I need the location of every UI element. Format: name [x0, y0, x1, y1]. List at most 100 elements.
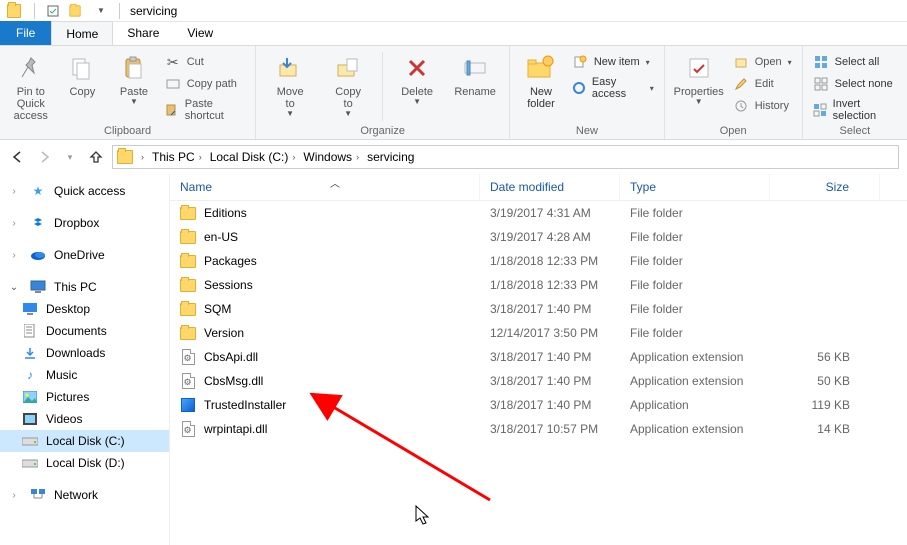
file-type-icon: [180, 325, 196, 341]
properties-button[interactable]: Properties ▼: [673, 48, 725, 107]
new-item-label: New item: [594, 56, 640, 68]
column-header-type[interactable]: Type: [620, 174, 770, 200]
collapse-icon[interactable]: ⌄: [8, 282, 20, 293]
list-item[interactable]: Editions3/19/2017 4:31 AMFile folder: [170, 201, 907, 225]
paste-shortcut-button[interactable]: Paste shortcut: [163, 96, 247, 124]
file-name: CbsMsg.dll: [204, 374, 263, 388]
chevron-down-icon: ▼: [286, 110, 294, 119]
column-header-size[interactable]: Size: [770, 174, 880, 200]
tree-documents[interactable]: Documents: [0, 320, 169, 342]
star-icon: ★: [30, 183, 46, 199]
cut-button[interactable]: ✂ Cut: [163, 52, 247, 72]
dropbox-icon: [30, 215, 46, 231]
file-size: 14 KB: [770, 420, 880, 438]
new-folder-button[interactable]: New folder: [518, 48, 564, 110]
breadcrumb-segment[interactable]: This PC›: [150, 150, 208, 164]
invert-selection-button[interactable]: Invert selection: [811, 96, 899, 124]
copy-to-button[interactable]: Copy to ▼: [322, 48, 374, 119]
list-item[interactable]: ⚙wrpintapi.dll3/18/2017 10:57 PMApplicat…: [170, 417, 907, 441]
move-to-button[interactable]: Move to ▼: [264, 48, 316, 119]
open-icon: [733, 54, 749, 70]
properties-qat-icon[interactable]: [44, 2, 62, 20]
tree-desktop[interactable]: Desktop: [0, 298, 169, 320]
tree-pictures[interactable]: Pictures: [0, 386, 169, 408]
tree-videos[interactable]: Videos: [0, 408, 169, 430]
videos-icon: [22, 411, 38, 427]
tree-this-pc[interactable]: ⌄ This PC: [0, 276, 169, 298]
clipboard-group-label: Clipboard: [8, 125, 247, 139]
up-button[interactable]: [86, 147, 106, 167]
recent-locations-button[interactable]: ▾: [60, 147, 80, 167]
open-button[interactable]: Open ▾: [731, 52, 794, 72]
file-tab[interactable]: File: [0, 21, 51, 45]
select-all-button[interactable]: Select all: [811, 52, 899, 72]
file-name: Editions: [204, 206, 247, 220]
tree-downloads[interactable]: Downloads: [0, 342, 169, 364]
expand-icon[interactable]: ›: [8, 490, 20, 501]
list-item[interactable]: Version12/14/2017 3:50 PMFile folder: [170, 321, 907, 345]
list-item[interactable]: en-US3/19/2017 4:28 AMFile folder: [170, 225, 907, 249]
file-name: CbsApi.dll: [204, 350, 258, 364]
select-none-button[interactable]: Select none: [811, 74, 899, 94]
tree-label: Dropbox: [54, 216, 99, 230]
copy-path-button[interactable]: Copy path: [163, 74, 247, 94]
expand-icon[interactable]: ›: [8, 186, 20, 197]
edit-button[interactable]: Edit: [731, 74, 794, 94]
breadcrumb-segment[interactable]: servicing: [365, 150, 416, 164]
tree-music[interactable]: ♪ Music: [0, 364, 169, 386]
back-button[interactable]: [8, 147, 28, 167]
breadcrumb-segment[interactable]: Local Disk (C:)›: [208, 150, 302, 164]
file-type-icon: [180, 205, 196, 221]
tree-local-disk-c[interactable]: Local Disk (C:): [0, 430, 169, 452]
history-button[interactable]: History: [731, 96, 794, 116]
address-bar[interactable]: › This PC› Local Disk (C:)› Windows› ser…: [112, 145, 899, 169]
rename-button[interactable]: Rename: [449, 48, 501, 98]
file-name: Packages: [204, 254, 257, 268]
file-name: TrustedInstaller: [204, 398, 286, 412]
pin-icon: [15, 52, 47, 84]
paste-button[interactable]: Paste ▼: [111, 48, 157, 107]
list-item[interactable]: SQM3/18/2017 1:40 PMFile folder: [170, 297, 907, 321]
qat-dropdown-icon[interactable]: ▼: [92, 2, 110, 20]
paste-icon: [118, 52, 150, 84]
file-size: [770, 259, 880, 263]
file-size: [770, 211, 880, 215]
copy-to-label: Copy to: [335, 86, 361, 110]
list-item[interactable]: TrustedInstaller3/18/2017 1:40 PMApplica…: [170, 393, 907, 417]
tree-network[interactable]: › Network: [0, 484, 169, 506]
tree-dropbox[interactable]: › Dropbox: [0, 212, 169, 234]
history-icon: [733, 98, 749, 114]
copy-button[interactable]: Copy: [60, 48, 106, 98]
tree-quick-access[interactable]: › ★ Quick access: [0, 180, 169, 202]
delete-button[interactable]: Delete ▼: [391, 48, 443, 107]
easy-access-button[interactable]: Easy access ▾: [570, 74, 656, 102]
forward-button[interactable]: [34, 147, 54, 167]
breadcrumb-segment[interactable]: Windows›: [301, 150, 365, 164]
list-item[interactable]: ⚙CbsApi.dll3/18/2017 1:40 PMApplication …: [170, 345, 907, 369]
title-bar: ▼ servicing: [0, 0, 907, 22]
expand-icon[interactable]: ›: [8, 250, 20, 261]
home-tab[interactable]: Home: [51, 21, 113, 45]
column-header-name[interactable]: Name: [170, 174, 480, 200]
share-tab[interactable]: Share: [113, 21, 173, 45]
file-type-icon: ⚙: [180, 349, 196, 365]
new-folder-qat-icon[interactable]: [68, 2, 86, 20]
list-item[interactable]: ⚙CbsMsg.dll3/18/2017 1:40 PMApplication …: [170, 369, 907, 393]
copy-path-icon: [165, 76, 181, 92]
column-header-date[interactable]: Date modified: [480, 174, 620, 200]
file-type-icon: [180, 253, 196, 269]
new-item-button[interactable]: New item ▾: [570, 52, 656, 72]
edit-icon: [733, 76, 749, 92]
tree-onedrive[interactable]: › OneDrive: [0, 244, 169, 266]
breadcrumb-root[interactable]: ›: [115, 150, 150, 164]
list-item[interactable]: Sessions1/18/2018 12:33 PMFile folder: [170, 273, 907, 297]
expand-icon[interactable]: ›: [8, 218, 20, 229]
file-type-icon: [180, 301, 196, 317]
tree-label: Network: [54, 488, 98, 502]
list-item[interactable]: Packages1/18/2018 12:33 PMFile folder: [170, 249, 907, 273]
file-type: File folder: [620, 204, 770, 222]
view-tab[interactable]: View: [173, 21, 227, 45]
file-type: File folder: [620, 324, 770, 342]
tree-local-disk-d[interactable]: Local Disk (D:): [0, 452, 169, 474]
pin-quick-access-button[interactable]: Pin to Quick access: [8, 48, 54, 122]
